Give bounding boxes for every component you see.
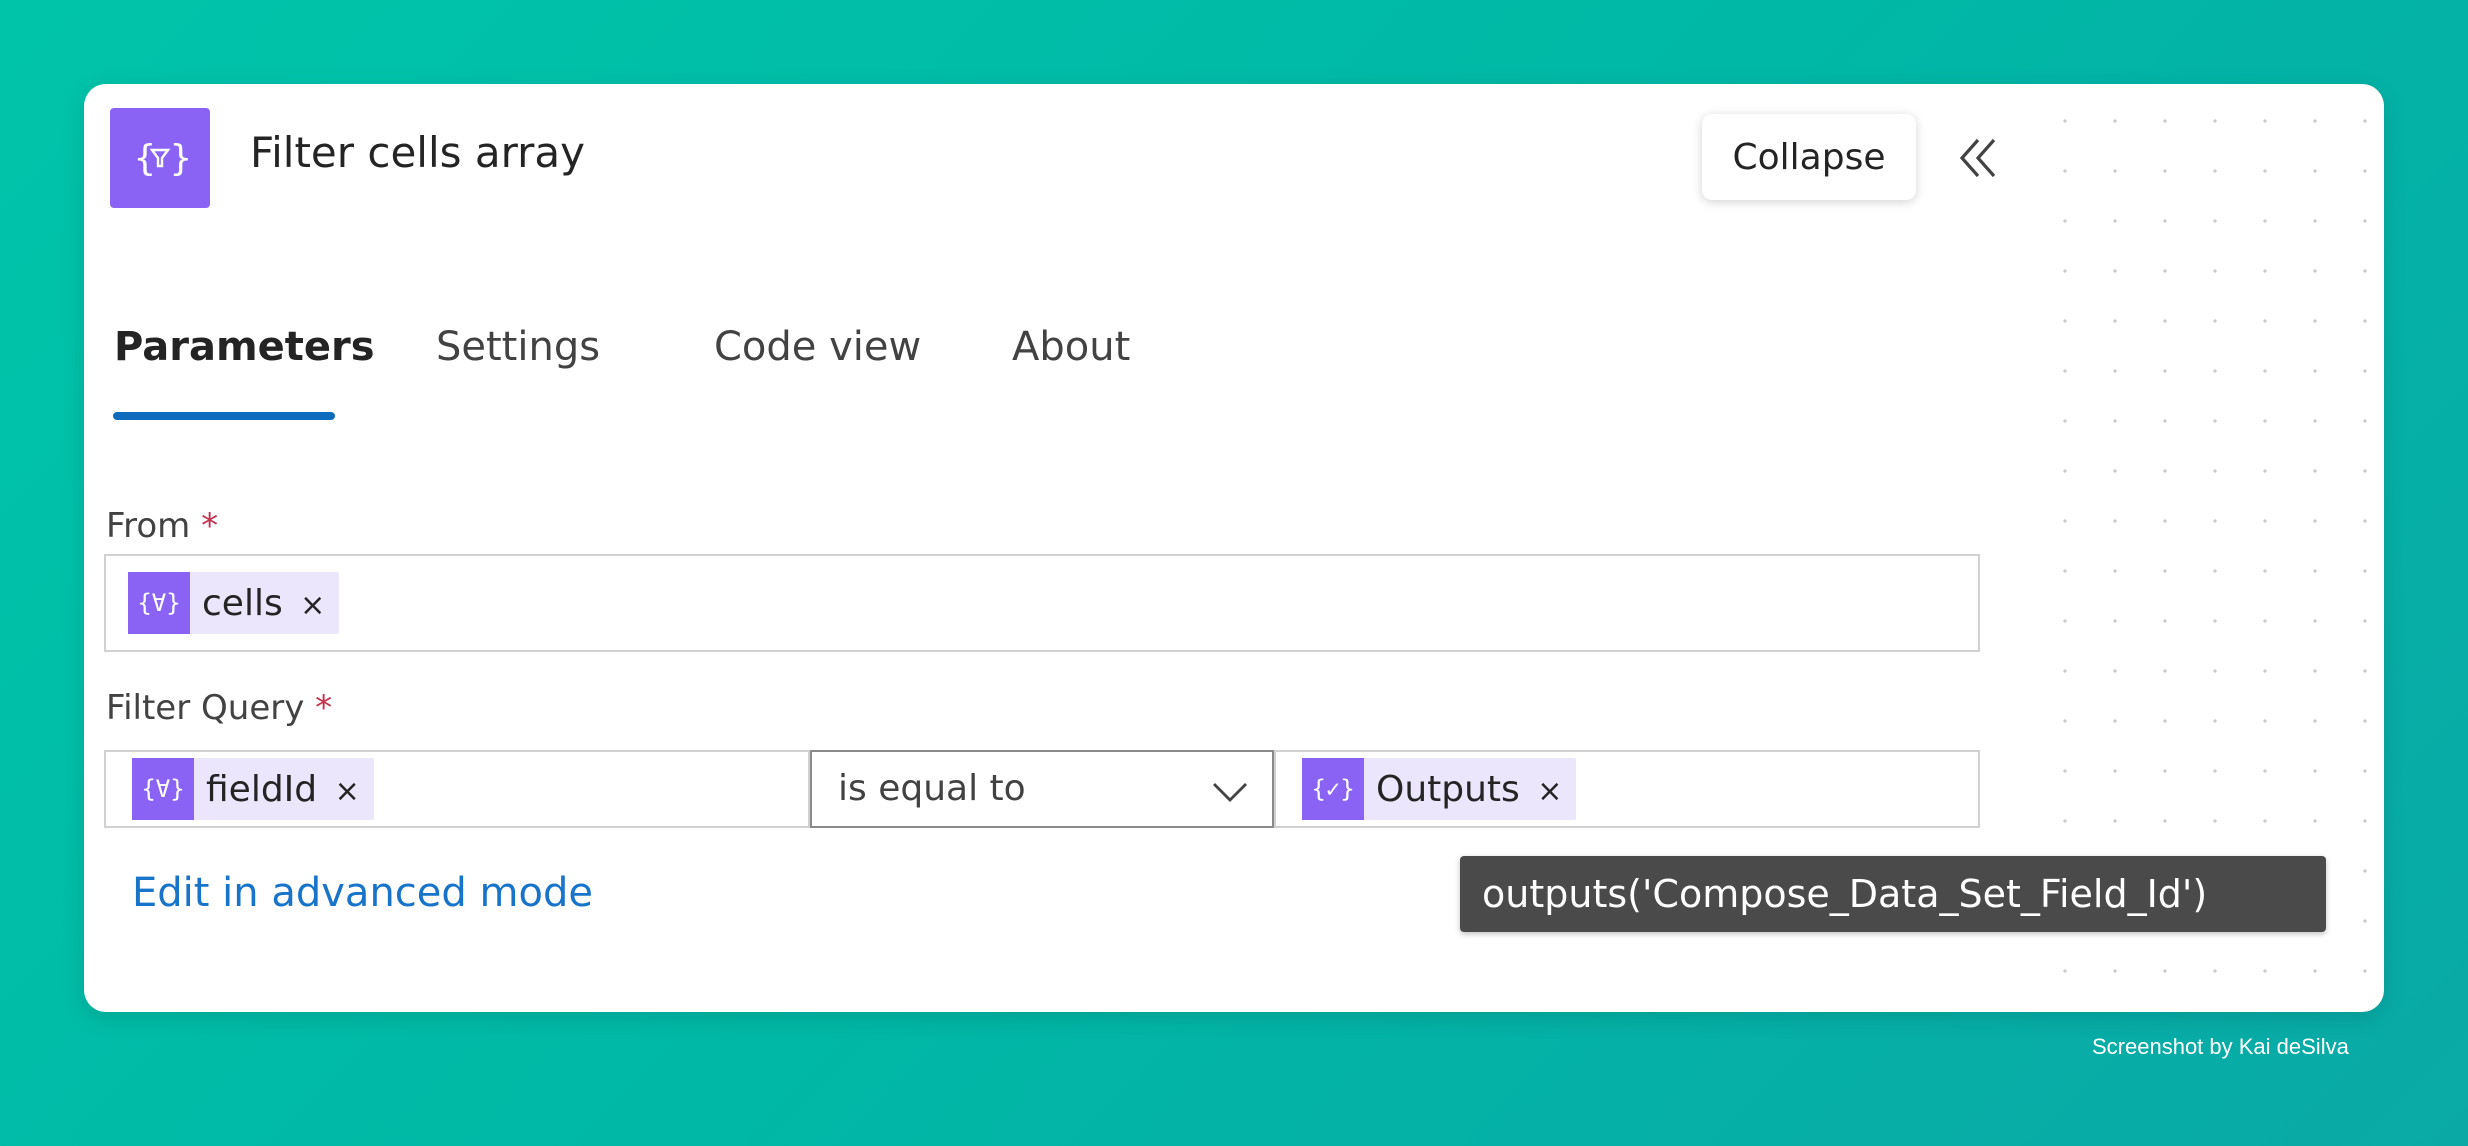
token-expression-tooltip: outputs('Compose_Data_Set_Field_Id')	[1460, 856, 2326, 932]
cells-token[interactable]: {∀} cells ×	[128, 572, 340, 634]
from-label: From *	[106, 506, 219, 546]
compose-icon: {✓}	[1302, 758, 1364, 820]
chevron-down-icon	[1213, 783, 1247, 802]
filter-left-operand-input[interactable]: {∀} fieldId ×	[104, 750, 810, 828]
filter-array-icon: {∀}	[128, 572, 190, 634]
remove-token-icon[interactable]: ×	[335, 774, 360, 809]
active-tab-indicator	[113, 412, 335, 420]
filter-query-label: Filter Query *	[106, 688, 333, 728]
fieldid-token[interactable]: {∀} fieldId ×	[132, 758, 374, 820]
filter-array-icon: {∀}	[132, 758, 194, 820]
tab-parameters[interactable]: Parameters	[114, 324, 375, 370]
screenshot-credit: Screenshot by Kai deSilva	[2092, 1034, 2349, 1059]
action-title[interactable]: Filter cells array	[250, 128, 585, 177]
svg-text:}: }	[170, 138, 190, 179]
filter-right-operand-input[interactable]: {✓} Outputs ×	[1274, 750, 1980, 828]
svg-text:{: {	[134, 138, 156, 179]
action-panel: { } Filter cells array Collapse Paramete…	[84, 84, 2384, 1012]
edit-advanced-mode-link[interactable]: Edit in advanced mode	[132, 870, 593, 916]
remove-token-icon[interactable]: ×	[1537, 774, 1562, 809]
outputs-token[interactable]: {✓} Outputs ×	[1302, 758, 1577, 820]
operator-select[interactable]: is equal to	[810, 750, 1274, 828]
tab-settings[interactable]: Settings	[436, 324, 600, 370]
remove-token-icon[interactable]: ×	[300, 588, 325, 623]
collapse-button[interactable]: Collapse	[1702, 114, 1916, 200]
double-chevron-left-icon[interactable]	[1948, 128, 2008, 188]
filter-array-icon: { }	[110, 108, 210, 208]
tab-about[interactable]: About	[1012, 324, 1130, 370]
from-input[interactable]: {∀} cells ×	[104, 554, 1980, 652]
tab-code-view[interactable]: Code view	[714, 324, 921, 370]
